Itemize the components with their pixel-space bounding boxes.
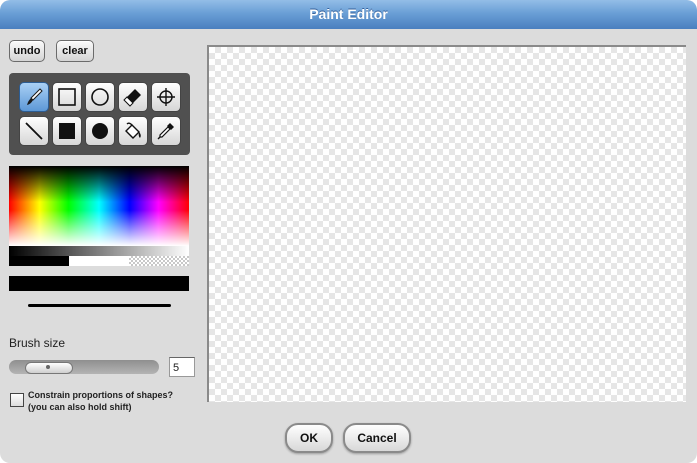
brush-size-preview	[28, 304, 171, 307]
line-icon	[25, 122, 43, 140]
filled-ellipse-icon	[92, 123, 108, 139]
tool-palette	[9, 73, 190, 155]
color-spectrum-picker[interactable]	[9, 166, 189, 246]
clear-button[interactable]: clear	[56, 40, 94, 62]
white-swatch[interactable]	[69, 256, 129, 266]
brush-icon	[27, 88, 43, 105]
current-color-indicator	[9, 276, 189, 291]
constrain-label-line1: Constrain proportions of shapes?	[28, 390, 174, 400]
eraser-tool[interactable]	[118, 82, 148, 112]
constrain-proportions-label: Constrain proportions of shapes? (you ca…	[28, 389, 173, 413]
filled-ellipse-tool[interactable]	[85, 116, 115, 146]
transparent-swatch[interactable]	[129, 256, 189, 266]
brush-size-slider-knob[interactable]	[25, 362, 73, 374]
ok-button[interactable]: OK	[285, 423, 333, 453]
paint-bucket-tool[interactable]	[118, 116, 148, 146]
constrain-label-line2: (you can also hold shift)	[28, 402, 132, 412]
eyedropper-icon	[157, 123, 174, 140]
brush-size-input[interactable]: 5	[169, 357, 195, 377]
paint-editor-dialog: Paint Editor undo clear Brush size 5 Con…	[0, 0, 697, 463]
color-swatches	[9, 256, 189, 266]
line-tool[interactable]	[19, 116, 49, 146]
crosshair-icon	[157, 88, 175, 106]
ellipse-outline-icon	[91, 88, 109, 106]
drawing-canvas[interactable]	[207, 45, 686, 402]
rectangle-outline-icon	[58, 88, 76, 106]
constrain-proportions-checkbox[interactable]	[10, 393, 24, 407]
undo-button[interactable]: undo	[9, 40, 45, 62]
grayscale-picker[interactable]	[9, 246, 189, 256]
brush-size-label: Brush size	[9, 336, 66, 350]
rectangle-tool[interactable]	[52, 82, 82, 112]
black-swatch[interactable]	[9, 256, 69, 266]
ellipse-tool[interactable]	[85, 82, 115, 112]
dialog-title[interactable]: Paint Editor	[0, 0, 697, 29]
filled-rectangle-icon	[59, 123, 75, 139]
rotation-center-tool[interactable]	[151, 82, 181, 112]
paint-bucket-icon	[125, 122, 141, 139]
brush-tool[interactable]	[19, 82, 49, 112]
filled-rectangle-tool[interactable]	[52, 116, 82, 146]
cancel-button[interactable]: Cancel	[343, 423, 411, 453]
eyedropper-tool[interactable]	[151, 116, 181, 146]
eraser-icon	[123, 89, 141, 107]
